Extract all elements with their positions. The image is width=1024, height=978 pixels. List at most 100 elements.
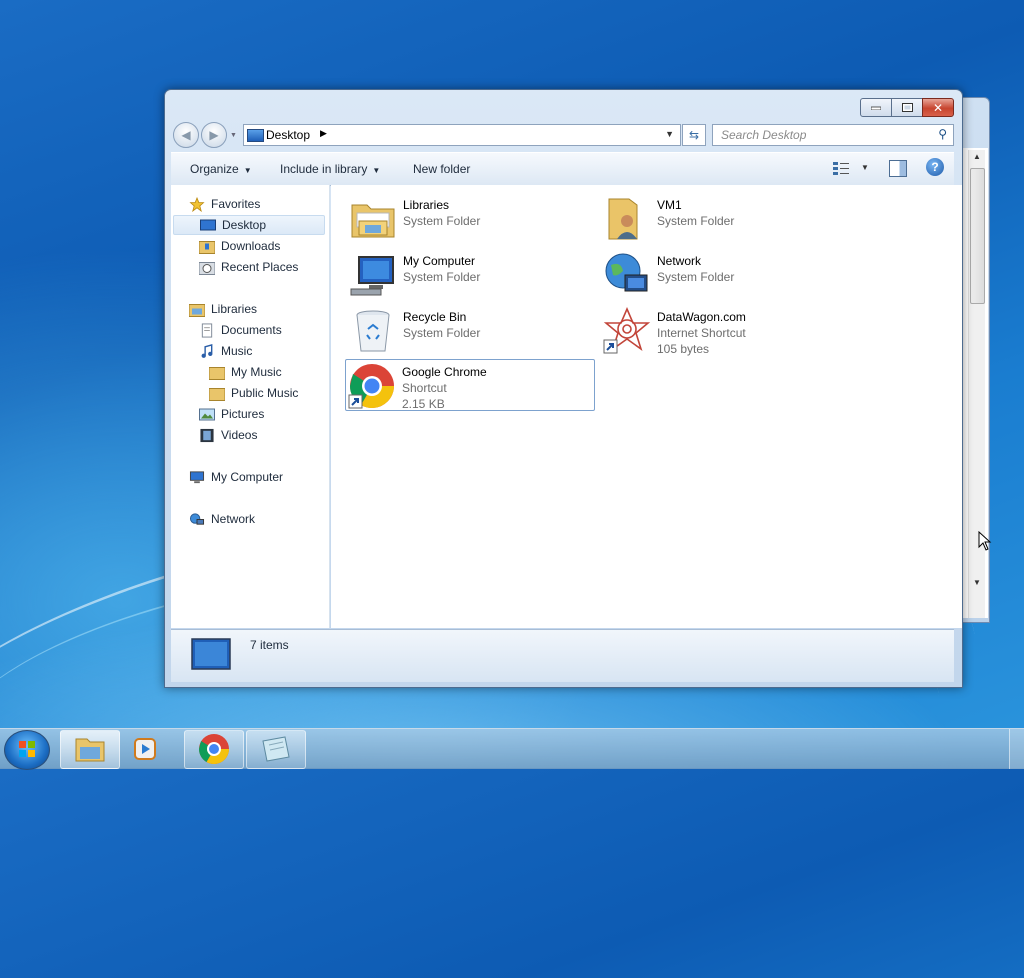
- nav-item-videos[interactable]: Videos: [199, 425, 257, 445]
- taskbar-media-player-button[interactable]: [121, 730, 167, 769]
- desktop-icon: [247, 129, 264, 142]
- videos-icon: [200, 428, 214, 442]
- view-options-dropdown-icon[interactable]: ▼: [861, 163, 869, 172]
- item-type: System Folder: [403, 326, 481, 340]
- explorer-window: ✕ ◀ ▶ ▼ Desktop ▶ ▼ ⇆ Search Desktop ⚲ O…: [164, 89, 963, 688]
- list-item[interactable]: Libraries System Folder: [347, 193, 567, 243]
- nav-item-music[interactable]: Music: [199, 341, 252, 361]
- file-list: Libraries System Folder VM1 System Folde…: [331, 185, 962, 628]
- list-item-selected[interactable]: Google Chrome Shortcut 2.15 KB: [345, 359, 595, 411]
- notepad-icon: [262, 736, 290, 762]
- nav-item-my-music[interactable]: My Music: [209, 362, 282, 382]
- desktop-icon: [200, 219, 216, 230]
- scroll-up-icon[interactable]: ▲: [973, 152, 981, 161]
- forward-arrow-icon: ▶: [209, 128, 219, 142]
- scroll-down-icon[interactable]: ▼: [973, 578, 981, 587]
- item-name: Google Chrome: [402, 365, 487, 379]
- pictures-icon: [199, 408, 215, 420]
- taskbar-notepad-button[interactable]: [246, 730, 306, 769]
- nav-label: Pictures: [221, 407, 265, 421]
- desktop-icon: [191, 638, 231, 670]
- details-pane: 7 items: [171, 629, 954, 682]
- address-bar[interactable]: Desktop ▶ ▼: [243, 124, 681, 146]
- item-count: 7 items: [250, 638, 289, 652]
- search-input[interactable]: Search Desktop ⚲: [712, 124, 954, 146]
- chrome-icon: [348, 364, 394, 409]
- user-folder-icon: [608, 198, 638, 240]
- recent-places-icon: [199, 261, 215, 275]
- downloads-folder-icon: [199, 240, 215, 254]
- network-icon: [189, 512, 205, 525]
- taskbar: [0, 728, 1024, 770]
- item-name: My Computer: [403, 254, 476, 268]
- close-button[interactable]: ✕: [922, 98, 954, 117]
- nav-label: Documents: [221, 323, 282, 337]
- nav-label: Desktop: [222, 218, 267, 232]
- maximize-icon: [901, 103, 913, 112]
- nav-item-documents[interactable]: Documents: [199, 320, 282, 340]
- search-placeholder: Search Desktop: [721, 128, 807, 142]
- folder-icon: [209, 366, 225, 380]
- list-item[interactable]: My Computer System Folder: [347, 249, 567, 299]
- nav-item-my-computer[interactable]: My Computer: [189, 467, 283, 487]
- refresh-button[interactable]: ⇆: [682, 124, 706, 146]
- item-type: Internet Shortcut: [657, 326, 746, 340]
- list-item[interactable]: Network System Folder: [601, 249, 821, 299]
- nav-label: Recent Places: [221, 260, 299, 274]
- documents-icon: [201, 322, 213, 338]
- internet-shortcut-icon: [603, 307, 651, 354]
- search-icon[interactable]: ⚲: [938, 127, 947, 141]
- item-name: VM1: [657, 198, 682, 212]
- nav-item-favorites[interactable]: Favorites: [189, 194, 260, 214]
- preview-pane-icon[interactable]: [889, 160, 907, 177]
- show-desktop-button[interactable]: [1009, 729, 1024, 769]
- nav-item-pictures[interactable]: Pictures: [199, 404, 264, 424]
- nav-label: Libraries: [211, 302, 258, 316]
- organize-label: Organize: [190, 162, 239, 176]
- nav-label: Music: [221, 344, 253, 358]
- new-folder-button[interactable]: New folder: [413, 162, 470, 176]
- taskbar-explorer-button[interactable]: [60, 730, 120, 769]
- include-in-library-button[interactable]: Include in library ▼: [280, 162, 380, 176]
- address-dropdown-icon[interactable]: ▼: [665, 129, 674, 139]
- item-type: System Folder: [657, 270, 735, 284]
- address-text[interactable]: Desktop: [266, 128, 310, 142]
- nav-item-recent-places[interactable]: Recent Places: [199, 257, 298, 277]
- maximize-button[interactable]: [891, 98, 923, 117]
- mouse-cursor-icon: [978, 531, 992, 551]
- minimize-button[interactable]: [860, 98, 892, 117]
- start-button[interactable]: [4, 730, 50, 770]
- list-item[interactable]: VM1 System Folder: [601, 193, 821, 243]
- computer-icon: [350, 256, 394, 296]
- refresh-icon: ⇆: [688, 128, 700, 142]
- recent-pages-dropdown-icon[interactable]: ▼: [230, 132, 237, 139]
- help-icon[interactable]: ?: [926, 158, 944, 176]
- list-item[interactable]: Recycle Bin System Folder: [347, 305, 567, 355]
- item-size: 105 bytes: [657, 342, 710, 356]
- forward-button[interactable]: ▶: [201, 122, 227, 148]
- nav-item-network[interactable]: Network: [189, 509, 255, 529]
- change-view-icon[interactable]: [833, 161, 849, 175]
- breadcrumb-arrow-icon[interactable]: ▶: [320, 128, 327, 139]
- nav-label: Videos: [221, 428, 258, 442]
- nav-item-libraries[interactable]: Libraries: [189, 299, 257, 319]
- list-item[interactable]: DataWagon.com Internet Shortcut 105 byte…: [601, 305, 821, 356]
- recycle-bin-icon: [356, 310, 390, 352]
- item-type: System Folder: [403, 214, 481, 228]
- scroll-thumb[interactable]: [970, 168, 985, 304]
- chevron-down-icon: ▼: [372, 166, 381, 175]
- nav-item-downloads[interactable]: Downloads: [199, 236, 280, 256]
- chrome-icon: [199, 734, 229, 765]
- nav-label: Downloads: [221, 239, 281, 253]
- nav-item-desktop[interactable]: Desktop: [173, 215, 325, 235]
- nav-label: Favorites: [211, 197, 261, 211]
- organize-button[interactable]: Organize ▼: [190, 162, 252, 176]
- nav-item-public-music[interactable]: Public Music: [209, 383, 298, 403]
- taskbar-chrome-button[interactable]: [184, 730, 244, 769]
- back-button[interactable]: ◀: [173, 122, 199, 148]
- include-in-library-label: Include in library: [280, 162, 368, 176]
- media-player-icon: [134, 738, 156, 760]
- music-note-icon: [201, 343, 213, 358]
- item-name: Recycle Bin: [403, 310, 467, 324]
- windows-logo-icon: [19, 741, 35, 757]
